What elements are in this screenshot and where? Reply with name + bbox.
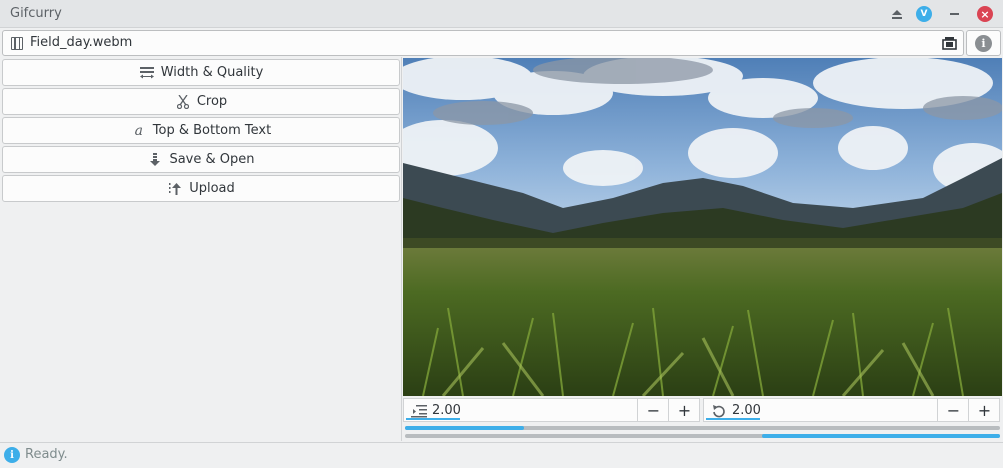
crop-button[interactable]: Crop	[2, 88, 400, 115]
end-progress-track[interactable]	[405, 434, 1000, 438]
start-time-spinner[interactable]: 2.00 − +	[403, 398, 700, 422]
sidebar-item-label: Top & Bottom Text	[152, 123, 272, 138]
file-chooser[interactable]: Field_day.webm	[2, 30, 964, 56]
scissors-icon	[175, 94, 191, 110]
sidebar-item-label: Save & Open	[169, 152, 255, 167]
start-time-value: 2.00	[432, 403, 461, 418]
duration-plus-button[interactable]: +	[968, 399, 1000, 421]
preview-frame	[403, 58, 1002, 396]
open-folder-icon[interactable]	[942, 36, 957, 50]
video-preview	[403, 58, 1002, 396]
start-time-icon	[411, 405, 427, 418]
save-download-icon	[147, 152, 163, 168]
sidebar: Width & Quality Crop a Top & Bottom Text…	[0, 57, 402, 441]
eject-icon[interactable]	[887, 4, 907, 24]
save-open-button[interactable]: Save & Open	[2, 146, 400, 173]
start-minus-button[interactable]: −	[637, 399, 669, 421]
duration-focus-line	[706, 418, 760, 420]
status-info-icon: i	[4, 447, 20, 463]
start-time-focus-line	[406, 418, 460, 420]
time-controls: 2.00 − + 2.00 − +	[403, 397, 1002, 441]
window-title: Gifcurry	[10, 6, 62, 21]
start-progress-fill	[405, 426, 524, 430]
minimize-button[interactable]	[944, 4, 964, 24]
width-quality-icon	[139, 65, 155, 81]
status-bar: i Ready.	[0, 442, 1003, 468]
duration-value: 2.00	[732, 403, 761, 418]
status-text: Ready.	[25, 447, 68, 462]
file-name: Field_day.webm	[30, 35, 133, 50]
info-icon: i	[975, 34, 992, 52]
info-button[interactable]: i	[966, 30, 1001, 56]
start-progress-track[interactable]	[405, 426, 1000, 430]
upload-button[interactable]: Upload	[2, 175, 400, 202]
width-quality-button[interactable]: Width & Quality	[2, 59, 400, 86]
top-bottom-text-button[interactable]: a Top & Bottom Text	[2, 117, 400, 144]
end-progress-fill	[762, 434, 1000, 438]
start-plus-button[interactable]: +	[668, 399, 700, 421]
text-a-icon: a	[134, 122, 143, 139]
upload-icon	[167, 181, 183, 197]
sidebar-item-label: Upload	[189, 181, 235, 196]
sidebar-item-label: Width & Quality	[160, 65, 264, 80]
close-button[interactable]: ×	[975, 4, 995, 24]
film-icon	[11, 37, 23, 50]
duration-minus-button[interactable]: −	[937, 399, 969, 421]
tray-app-icon[interactable]: V	[914, 4, 934, 24]
duration-loop-icon	[713, 405, 725, 418]
title-bar: Gifcurry V ×	[0, 0, 1003, 28]
sidebar-item-label: Crop	[196, 94, 228, 109]
duration-spinner[interactable]: 2.00 − +	[703, 398, 1000, 422]
